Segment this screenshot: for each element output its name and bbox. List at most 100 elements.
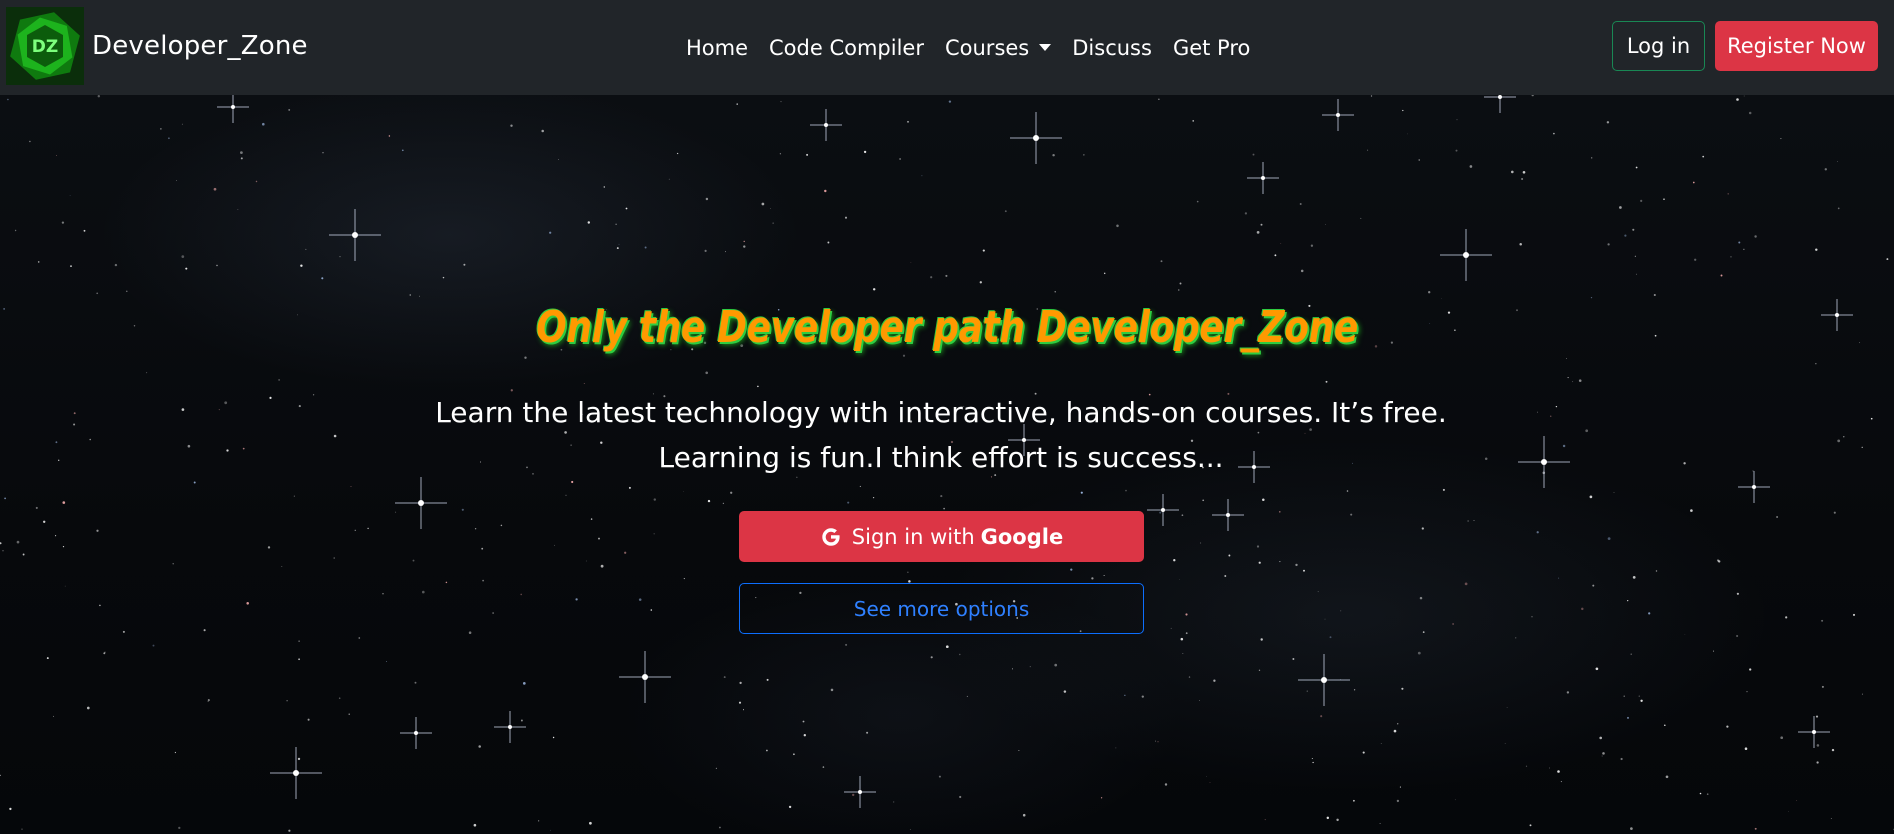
star — [1292, 658, 1295, 660]
star — [866, 731, 869, 734]
star — [305, 248, 307, 250]
star — [1736, 98, 1739, 101]
bright-star — [217, 95, 249, 123]
bright-star — [1322, 99, 1354, 131]
star — [1370, 95, 1373, 97]
star — [1537, 411, 1538, 413]
star — [445, 581, 448, 584]
star — [1585, 429, 1589, 433]
star — [1018, 750, 1020, 752]
star — [1653, 293, 1656, 297]
star — [959, 795, 962, 799]
star — [1362, 751, 1365, 754]
star — [160, 128, 162, 130]
star — [827, 241, 830, 244]
star — [863, 150, 867, 154]
star — [571, 480, 574, 484]
star — [1595, 667, 1599, 671]
star — [1179, 282, 1182, 285]
star — [707, 499, 711, 503]
star — [193, 481, 196, 484]
star — [96, 292, 99, 295]
star — [1170, 627, 1172, 629]
star — [1684, 634, 1686, 635]
google-signin-button[interactable]: Sign in with Google — [739, 511, 1144, 562]
star — [1536, 531, 1539, 534]
star — [1591, 157, 1593, 159]
star — [307, 718, 310, 721]
nav-code-compiler[interactable]: Code Compiler — [769, 36, 924, 60]
star — [1694, 258, 1697, 261]
star — [1592, 584, 1595, 587]
star — [1454, 799, 1456, 801]
star — [650, 609, 653, 611]
star — [1886, 258, 1889, 261]
star — [1256, 545, 1260, 548]
brand-link[interactable]: DZ Developer_Zone — [6, 7, 308, 85]
nav-home[interactable]: Home — [686, 36, 748, 60]
nav-discuss[interactable]: Discuss — [1072, 36, 1152, 60]
star — [1157, 741, 1159, 743]
register-button[interactable]: Register Now — [1715, 21, 1878, 71]
star — [14, 229, 17, 232]
nav-courses-dropdown[interactable]: Courses — [945, 36, 1052, 60]
star — [0, 542, 2, 545]
star — [624, 551, 627, 554]
star — [1746, 691, 1748, 693]
star — [255, 180, 258, 183]
star — [481, 547, 484, 550]
bright-star — [1798, 716, 1830, 748]
star — [1549, 767, 1550, 769]
star — [240, 151, 243, 154]
bright-star — [1821, 299, 1853, 331]
star — [1179, 579, 1181, 580]
star — [1562, 444, 1566, 448]
star — [203, 629, 206, 632]
star — [1393, 729, 1397, 733]
star — [288, 829, 291, 832]
star — [1070, 568, 1073, 571]
star — [738, 701, 742, 704]
star — [520, 719, 523, 722]
star — [278, 379, 280, 381]
nav-get-pro[interactable]: Get Pro — [1173, 36, 1250, 60]
star — [1638, 695, 1640, 697]
star — [1418, 159, 1420, 161]
star — [628, 486, 631, 489]
star — [1640, 199, 1643, 202]
star — [1861, 693, 1863, 695]
star — [83, 229, 86, 232]
star — [1607, 537, 1611, 540]
star — [1788, 811, 1790, 812]
brand-name: Developer_Zone — [92, 31, 308, 61]
star — [948, 100, 952, 103]
see-more-options-button[interactable]: See more options — [739, 583, 1144, 634]
star — [1859, 342, 1861, 344]
star — [1417, 651, 1421, 655]
star — [1452, 623, 1454, 625]
star — [847, 501, 850, 504]
star — [1159, 511, 1162, 514]
star — [185, 267, 188, 270]
star — [474, 528, 477, 530]
star — [979, 281, 982, 284]
star — [1632, 576, 1636, 579]
star — [909, 829, 911, 830]
star — [1521, 177, 1524, 181]
star — [1553, 132, 1555, 135]
star — [1164, 783, 1168, 786]
star — [1103, 272, 1106, 275]
star — [1326, 816, 1330, 820]
star — [262, 122, 265, 126]
star — [422, 590, 425, 594]
star — [1607, 243, 1610, 246]
star — [482, 579, 484, 582]
star — [902, 354, 906, 357]
star — [1815, 248, 1818, 251]
login-button[interactable]: Log in — [1612, 21, 1705, 71]
bright-star — [1212, 499, 1244, 531]
star — [7, 98, 9, 101]
star — [1274, 254, 1277, 257]
star — [300, 264, 303, 267]
star — [1350, 513, 1353, 516]
